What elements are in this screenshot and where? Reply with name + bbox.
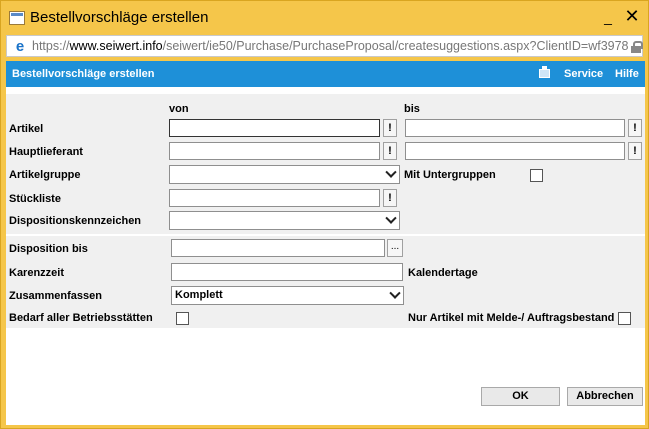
url-host: www.seiwert.info	[69, 39, 163, 53]
cancel-button[interactable]: Abbrechen	[567, 387, 643, 406]
disposition-bis-label: Disposition bis	[9, 243, 88, 255]
dialog-window: Bestellvorschläge erstellen _ ✕ e https:…	[0, 0, 649, 429]
url-text[interactable]: https://www.seiwert.info/seiwert/ie50/Pu…	[32, 39, 628, 53]
artikelgruppe-select[interactable]	[169, 165, 400, 184]
section-divider	[6, 234, 645, 236]
minimize-button[interactable]: _	[601, 7, 615, 27]
lock-icon[interactable]	[631, 41, 643, 53]
mit-untergruppen-label: Mit Untergruppen	[404, 169, 496, 181]
artikel-to-input[interactable]	[405, 119, 625, 137]
page-title: Bestellvorschläge erstellen	[12, 68, 155, 80]
column-header-from: von	[169, 103, 189, 115]
column-header-to: bis	[404, 103, 420, 115]
hauptlieferant-from-input[interactable]	[169, 142, 380, 160]
mit-untergruppen-checkbox[interactable]	[530, 169, 543, 182]
stueckliste-input[interactable]	[169, 189, 380, 207]
stueckliste-lookup-button[interactable]: !	[383, 189, 397, 207]
window-title: Bestellvorschläge erstellen	[30, 9, 209, 26]
zusammenfassen-value: Komplett	[175, 289, 223, 301]
hauptlieferant-to-input[interactable]	[405, 142, 625, 160]
hauptlieferant-to-lookup-button[interactable]: !	[628, 142, 642, 160]
artikel-from-lookup-button[interactable]: !	[383, 119, 397, 137]
stueckliste-label: Stückliste	[9, 193, 61, 205]
form-area: von bis Artikel ! ! Hauptlieferant ! ! A…	[6, 94, 645, 328]
close-button[interactable]: ✕	[618, 4, 646, 28]
karenzzeit-label: Karenzzeit	[9, 267, 65, 279]
zusammenfassen-select[interactable]: Komplett	[171, 286, 404, 305]
url-prefix: https://	[32, 39, 70, 53]
karenzzeit-input[interactable]	[171, 263, 403, 281]
dispositionskennzeichen-label: Dispositionskennzeichen	[9, 215, 142, 227]
chevron-down-icon	[385, 166, 397, 178]
hauptlieferant-label: Hauptlieferant	[9, 146, 83, 158]
dispositionskennzeichen-select[interactable]	[169, 211, 400, 230]
internet-explorer-icon: e	[15, 38, 25, 55]
dialog-content: Bestellvorschläge erstellen Service Hilf…	[6, 61, 645, 425]
chevron-down-icon	[385, 212, 397, 224]
zusammenfassen-label: Zusammenfassen	[9, 290, 102, 302]
kalendertage-label: Kalendertage	[408, 267, 478, 279]
nur-artikel-label: Nur Artikel mit Melde-/ Auftragsbestand	[408, 312, 615, 324]
chevron-down-icon	[389, 287, 401, 299]
ok-button[interactable]: OK	[481, 387, 560, 406]
window-app-icon	[9, 11, 25, 25]
url-path: /seiwert/ie50/Purchase/PurchaseProposal/…	[162, 39, 628, 53]
nur-artikel-checkbox[interactable]	[618, 312, 631, 325]
service-link[interactable]: Service	[564, 68, 603, 80]
help-link[interactable]: Hilfe	[615, 68, 639, 80]
artikelgruppe-label: Artikelgruppe	[9, 169, 81, 181]
hauptlieferant-from-lookup-button[interactable]: !	[383, 142, 397, 160]
date-picker-button[interactable]: ...	[387, 239, 403, 257]
artikel-to-lookup-button[interactable]: !	[628, 119, 642, 137]
bedarf-label: Bedarf aller Betriebsstätten	[9, 312, 153, 324]
disposition-bis-input[interactable]	[171, 239, 385, 257]
bedarf-checkbox[interactable]	[176, 312, 189, 325]
print-icon[interactable]	[539, 66, 550, 78]
artikel-label: Artikel	[9, 123, 44, 135]
address-bar[interactable]: e https://www.seiwert.info/seiwert/ie50/…	[6, 35, 643, 57]
title-bar: Bestellvorschläge erstellen _ ✕	[1, 1, 648, 34]
header-bar: Bestellvorschläge erstellen Service Hilf…	[6, 61, 645, 87]
artikel-from-input[interactable]	[169, 119, 380, 137]
